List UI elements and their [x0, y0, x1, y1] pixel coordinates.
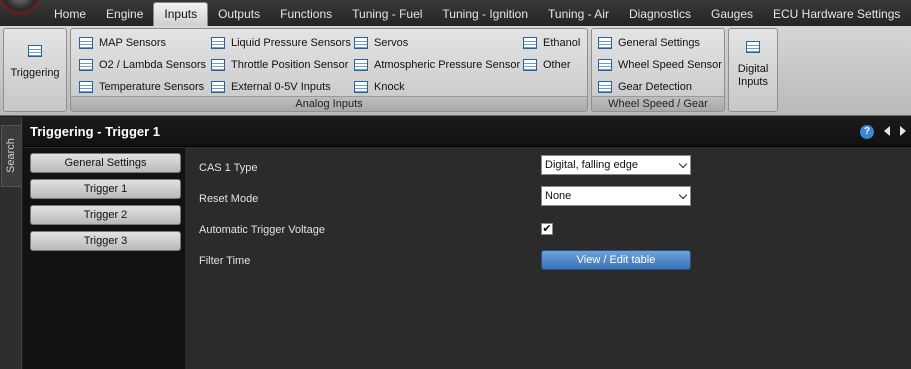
- ribbon-item-label: Wheel Speed Sensor: [618, 59, 722, 71]
- ribbon-item-label: Ethanol: [543, 37, 581, 49]
- table-icon: [79, 59, 93, 71]
- table-icon: [28, 45, 42, 57]
- ribbon-item-label: Gear Detection: [618, 81, 692, 93]
- ribbon-item-label: Atmospheric Pressure Sensor: [374, 59, 521, 71]
- main-menu-bar: Home Engine Inputs Outputs Functions Tun…: [0, 0, 911, 26]
- help-icon[interactable]: ?: [860, 125, 874, 139]
- wheel-speed-group: General Settings Wheel Speed Sensor Gear…: [591, 28, 725, 112]
- general-settings-button[interactable]: General Settings: [598, 33, 700, 53]
- trigger-side-panel: General Settings Trigger 1 Trigger 2 Tri…: [23, 148, 185, 369]
- table-icon: [598, 37, 612, 49]
- tab-inputs[interactable]: Inputs: [153, 2, 209, 26]
- reset-mode-select[interactable]: None: [541, 186, 691, 206]
- table-icon: [523, 59, 537, 71]
- digital-inputs-label-line1: Digital: [737, 63, 769, 75]
- wheel-speed-sensor-button[interactable]: Wheel Speed Sensor: [598, 55, 722, 75]
- analog-inputs-group-label: Analog Inputs: [71, 96, 587, 111]
- ribbon-item-label: Liquid Pressure Sensors: [231, 37, 351, 49]
- trigger-settings-form: CAS 1 Type Digital, falling edge Reset M…: [186, 148, 911, 369]
- tab-gauges[interactable]: Gauges: [701, 2, 763, 26]
- tab-functions[interactable]: Functions: [270, 2, 342, 26]
- ribbon-item-label: Temperature Sensors: [99, 81, 205, 93]
- ribbon-item-label: Servos: [374, 37, 409, 49]
- ribbon-item-label: External 0-5V Inputs: [231, 81, 331, 93]
- triggering-button[interactable]: Triggering: [4, 37, 66, 79]
- side-trigger-3-button[interactable]: Trigger 3: [30, 231, 181, 251]
- atmospheric-pressure-sensor-button[interactable]: Atmospheric Pressure Sensor: [354, 55, 520, 75]
- reset-mode-value: None: [545, 190, 572, 202]
- external-0-5v-inputs-button[interactable]: External 0-5V Inputs: [211, 77, 331, 97]
- chevron-down-icon: [678, 190, 688, 200]
- cas-type-select[interactable]: Digital, falling edge: [541, 155, 691, 175]
- app-logo: [0, 0, 40, 14]
- table-icon: [211, 81, 225, 93]
- table-icon: [211, 59, 225, 71]
- temperature-sensors-button[interactable]: Temperature Sensors: [79, 77, 204, 97]
- auto-trigger-voltage-checkbox[interactable]: ✔: [541, 223, 553, 235]
- side-trigger-1-button[interactable]: Trigger 1: [30, 179, 181, 199]
- search-tab[interactable]: Search: [1, 125, 21, 187]
- table-icon: [211, 37, 225, 49]
- tab-home[interactable]: Home: [44, 2, 96, 26]
- chevron-down-icon: [678, 159, 688, 169]
- previous-page-icon[interactable]: [884, 126, 890, 136]
- table-icon: [79, 81, 93, 93]
- table-icon: [79, 37, 93, 49]
- view-edit-table-button[interactable]: View / Edit table: [541, 250, 691, 270]
- cas-type-label: CAS 1 Type: [199, 162, 258, 174]
- table-icon: [746, 41, 760, 53]
- table-icon: [598, 81, 612, 93]
- tab-tuning-ignition[interactable]: Tuning - Ignition: [432, 2, 538, 26]
- ribbon-item-label: Throttle Position Sensor: [231, 59, 349, 71]
- o2-lambda-sensors-button[interactable]: O2 / Lambda Sensors: [79, 55, 206, 75]
- table-icon: [354, 81, 368, 93]
- table-icon: [354, 59, 368, 71]
- throttle-position-sensor-button[interactable]: Throttle Position Sensor: [211, 55, 348, 75]
- digital-inputs-button[interactable]: Digital Inputs: [729, 33, 777, 89]
- page-title: Triggering - Trigger 1: [30, 124, 161, 139]
- reset-mode-label: Reset Mode: [199, 193, 259, 205]
- auto-trigger-voltage-label: Automatic Trigger Voltage: [199, 224, 325, 236]
- digital-inputs-label-line2: Inputs: [738, 76, 768, 88]
- ribbon: Triggering MAP Sensors O2 / Lambda Senso…: [0, 26, 911, 116]
- side-general-settings-button[interactable]: General Settings: [30, 153, 181, 173]
- search-strip: Search: [0, 117, 22, 369]
- table-icon: [354, 37, 368, 49]
- page-title-bar: Triggering - Trigger 1 ?: [23, 117, 911, 147]
- tab-tuning-air[interactable]: Tuning - Air: [538, 2, 619, 26]
- tab-outputs[interactable]: Outputs: [208, 2, 270, 26]
- content-panel: Triggering - Trigger 1 ? General Setting…: [23, 117, 911, 369]
- tab-ecu-hardware-settings[interactable]: ECU Hardware Settings: [763, 2, 910, 26]
- ribbon-item-label: MAP Sensors: [99, 37, 167, 49]
- map-sensors-button[interactable]: MAP Sensors: [79, 33, 166, 53]
- tab-tuning-fuel[interactable]: Tuning - Fuel: [342, 2, 432, 26]
- cas-type-value: Digital, falling edge: [545, 159, 638, 171]
- next-page-icon[interactable]: [900, 126, 906, 136]
- menu-tabs: Home Engine Inputs Outputs Functions Tun…: [44, 2, 910, 26]
- side-trigger-2-button[interactable]: Trigger 2: [30, 205, 181, 225]
- analog-inputs-group: MAP Sensors O2 / Lambda Sensors Temperat…: [70, 28, 588, 112]
- triggering-label: Triggering: [10, 67, 60, 79]
- wheel-speed-group-label: Wheel Speed / Gear: [592, 96, 724, 111]
- ribbon-item-label: General Settings: [618, 37, 700, 49]
- knock-button[interactable]: Knock: [354, 77, 405, 97]
- ribbon-item-label: O2 / Lambda Sensors: [99, 59, 207, 71]
- liquid-pressure-sensors-button[interactable]: Liquid Pressure Sensors: [211, 33, 351, 53]
- table-icon: [598, 59, 612, 71]
- other-button[interactable]: Other: [523, 55, 571, 75]
- digital-inputs-group: Digital Inputs: [728, 28, 778, 112]
- gear-detection-button[interactable]: Gear Detection: [598, 77, 692, 97]
- ethanol-button[interactable]: Ethanol: [523, 33, 580, 53]
- servos-button[interactable]: Servos: [354, 33, 408, 53]
- ribbon-item-label: Other: [543, 59, 571, 71]
- tab-engine[interactable]: Engine: [96, 2, 153, 26]
- filter-time-label: Filter Time: [199, 255, 251, 267]
- table-icon: [523, 37, 537, 49]
- triggering-group: Triggering: [3, 28, 67, 112]
- ribbon-item-label: Knock: [374, 81, 405, 93]
- tab-diagnostics[interactable]: Diagnostics: [619, 2, 701, 26]
